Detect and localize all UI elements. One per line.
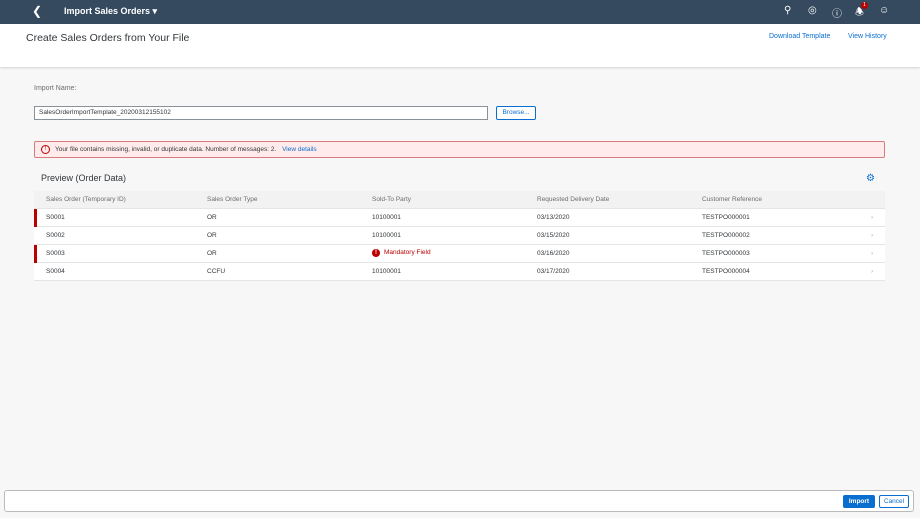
user-icon[interactable]: ☺ (879, 5, 889, 16)
cell-party: 10100001 (372, 232, 401, 239)
page-title: Create Sales Orders from Your File (26, 32, 190, 44)
cell-type: OR (207, 250, 217, 257)
cell-id: S0002 (46, 232, 65, 239)
search-icon[interactable]: ⚲ (784, 5, 791, 16)
notification-badge: 1 (861, 2, 868, 9)
import-name-label: Import Name: (34, 85, 77, 92)
view-details-link[interactable]: View details (282, 146, 317, 153)
cell-type: OR (207, 214, 217, 221)
page-header: Create Sales Orders from Your File Downl… (0, 24, 920, 67)
chevron-right-icon[interactable]: › (871, 268, 873, 275)
shell-bar: ❮ Import Sales Orders ▾ ⚲ ◎ ⓘ 🕭 1 ☺ (0, 0, 920, 24)
chevron-right-icon[interactable]: › (871, 214, 873, 221)
error-message-strip: ! Your file contains missing, invalid, o… (34, 141, 885, 158)
back-icon[interactable]: ❮ (32, 4, 42, 18)
preview-title: Preview (Order Data) (41, 173, 127, 183)
error-highlight (34, 245, 37, 263)
table-row[interactable]: S0004 CCFU 10100001 03/17/2020 TESTPO000… (34, 263, 885, 281)
footer-toolbar: Import Cancel (4, 490, 914, 512)
error-highlight (34, 209, 37, 227)
cell-date: 03/17/2020 (537, 268, 570, 275)
preview-table: Sales Order (Temporary ID) Sales Order T… (34, 191, 885, 281)
table-row[interactable]: S0002 OR 10100001 03/15/2020 TESTPO00000… (34, 227, 885, 245)
browse-button[interactable]: Browse... (496, 106, 536, 120)
settings-gear-icon[interactable]: ⚙ (866, 173, 875, 184)
cell-date: 03/16/2020 (537, 250, 570, 257)
cell-ref: TESTPO000004 (702, 268, 750, 275)
copilot-icon[interactable]: ◎ (808, 5, 817, 16)
chevron-right-icon[interactable]: › (871, 250, 873, 257)
error-icon: ! (41, 145, 50, 154)
column-header: Sales Order (Temporary ID) (46, 196, 126, 203)
cell-id: S0004 (46, 268, 65, 275)
import-button[interactable]: Import (843, 495, 875, 508)
message-text: Your file contains missing, invalid, or … (55, 146, 277, 153)
app-title: Import Sales Orders (64, 6, 151, 16)
cell-date: 03/13/2020 (537, 214, 570, 221)
mandatory-field-text: Mandatory Field (384, 249, 431, 256)
cell-ref: TESTPO000002 (702, 232, 750, 239)
cell-id: S0003 (46, 250, 65, 257)
view-history-link[interactable]: View History (848, 33, 887, 40)
column-header: Customer Reference (702, 196, 762, 203)
chevron-right-icon[interactable]: › (871, 232, 873, 239)
cell-type: CCFU (207, 268, 226, 275)
table-header: Sales Order (Temporary ID) Sales Order T… (34, 191, 885, 209)
table-row[interactable]: S0003 OR ! Mandatory Field 03/16/2020 TES… (34, 245, 885, 263)
cell-party: 10100001 (372, 214, 401, 221)
app-title-menu[interactable]: Import Sales Orders ▾ (64, 6, 157, 17)
column-header: Sales Order Type (207, 196, 258, 203)
column-header: Requested Delivery Date (537, 196, 610, 203)
cancel-button[interactable]: Cancel (879, 495, 909, 508)
cell-date: 03/15/2020 (537, 232, 570, 239)
cell-party: 10100001 (372, 268, 401, 275)
download-template-link[interactable]: Download Template (769, 33, 830, 40)
import-name-input[interactable]: SalesOrderImportTemplate_20200312155102 (34, 106, 488, 120)
help-icon[interactable]: ⓘ (832, 5, 842, 20)
cell-type: OR (207, 232, 217, 239)
cell-id: S0001 (46, 214, 65, 221)
cell-ref: TESTPO000003 (702, 250, 750, 257)
cell-ref: TESTPO000001 (702, 214, 750, 221)
table-row[interactable]: S0001 OR 10100001 03/13/2020 TESTPO00000… (34, 209, 885, 227)
error-icon: ! (372, 249, 380, 257)
cell-party-error: ! Mandatory Field (372, 249, 431, 257)
column-header: Sold-To Party (372, 196, 412, 203)
